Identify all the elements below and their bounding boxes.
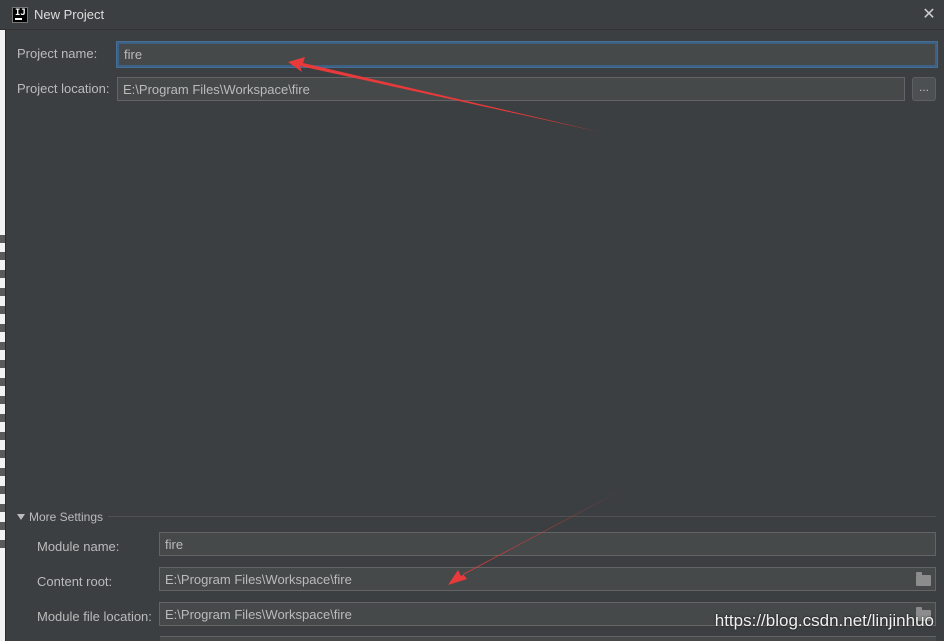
project-location-input[interactable] bbox=[117, 77, 905, 101]
module-name-label: Module name: bbox=[37, 539, 120, 554]
bg-glyph bbox=[0, 252, 5, 260]
content-root-input[interactable] bbox=[159, 567, 936, 591]
bg-glyph bbox=[0, 324, 5, 332]
bg-glyph bbox=[0, 306, 5, 314]
bg-glyph bbox=[0, 522, 5, 530]
bg-glyph bbox=[0, 288, 5, 296]
folder-icon[interactable] bbox=[916, 572, 931, 586]
intellij-icon: IJ bbox=[12, 7, 28, 23]
more-settings-label: More Settings bbox=[29, 510, 104, 524]
close-icon[interactable]: ✕ bbox=[920, 6, 938, 24]
more-settings-toggle[interactable]: More Settings bbox=[17, 510, 103, 524]
bg-glyph bbox=[0, 396, 5, 404]
bg-glyph bbox=[0, 414, 5, 422]
bg-glyph bbox=[0, 270, 5, 278]
project-name-input[interactable] bbox=[117, 42, 937, 67]
bg-glyph bbox=[0, 432, 5, 440]
bg-glyph bbox=[0, 450, 5, 458]
next-field-edge bbox=[160, 636, 936, 641]
browse-location-button[interactable]: ... bbox=[912, 77, 936, 101]
bg-glyph bbox=[0, 235, 5, 243]
bg-glyph bbox=[0, 486, 5, 494]
project-name-label: Project name: bbox=[17, 46, 98, 61]
more-settings-divider bbox=[108, 516, 936, 517]
module-file-location-label: Module file location: bbox=[37, 609, 152, 624]
bg-glyph bbox=[0, 342, 5, 350]
title-bar: IJ New Project ✕ bbox=[0, 0, 944, 30]
bg-glyph bbox=[0, 540, 5, 548]
bg-glyph bbox=[0, 360, 5, 368]
new-project-dialog: IJ New Project ✕ Project name: Project l… bbox=[0, 0, 944, 641]
window-title: New Project bbox=[34, 7, 105, 22]
content-root-label: Content root: bbox=[37, 574, 113, 589]
triangle-down-icon bbox=[17, 514, 25, 520]
bg-glyph bbox=[0, 378, 5, 386]
background-window-edge bbox=[0, 30, 6, 641]
project-location-label: Project location: bbox=[17, 81, 110, 96]
bg-glyph bbox=[0, 468, 5, 476]
watermark: https://blog.csdn.net/linjinhuo bbox=[714, 611, 934, 630]
module-name-input[interactable] bbox=[159, 532, 936, 556]
bg-glyph bbox=[0, 504, 5, 512]
